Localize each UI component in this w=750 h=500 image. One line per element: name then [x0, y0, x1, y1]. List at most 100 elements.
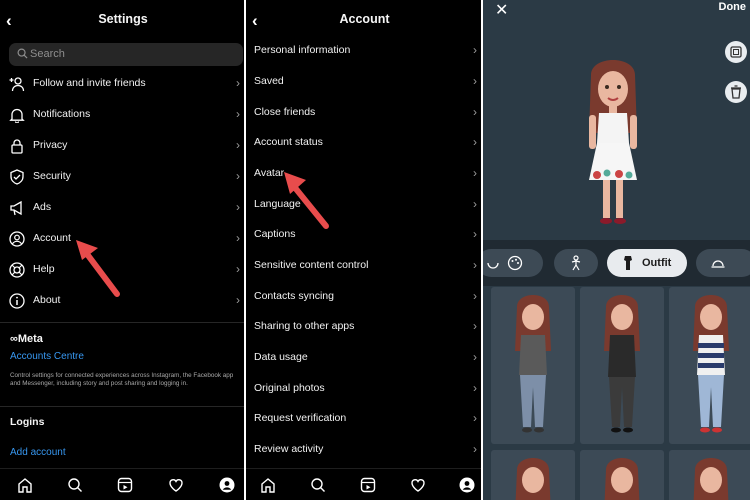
settings-item-label: Follow and invite friends — [33, 77, 146, 89]
search-input[interactable]: Search — [9, 43, 243, 66]
settings-item-help[interactable]: Help › — [0, 256, 246, 284]
add-person-icon — [9, 77, 25, 92]
account-item-label: Review activity — [254, 443, 324, 455]
account-item[interactable]: Review activity › — [246, 436, 483, 464]
close-icon[interactable]: ✕ — [495, 0, 508, 20]
settings-item-about[interactable]: About › — [0, 287, 246, 315]
account-item-label: Contacts syncing — [254, 290, 334, 302]
lock-icon — [11, 139, 23, 154]
settings-item-follow[interactable]: Follow and invite friends › — [0, 70, 246, 98]
heart-icon[interactable] — [168, 477, 184, 493]
account-item-label: Sharing to other apps — [254, 320, 355, 332]
settings-item-privacy[interactable]: Privacy › — [0, 132, 246, 160]
tab-body[interactable] — [483, 249, 543, 277]
avatar-outfit-image — [515, 295, 551, 433]
settings-item-label: About — [33, 294, 61, 306]
chevron-right-icon: › — [473, 319, 477, 333]
profile-icon[interactable] — [459, 477, 475, 493]
account-item[interactable]: Sensitive content control › — [246, 252, 483, 280]
account-item-label: Close friends — [254, 106, 316, 118]
body-icon — [487, 262, 499, 269]
home-icon[interactable] — [260, 477, 276, 493]
done-button[interactable]: Done — [719, 1, 747, 13]
chevron-right-icon: › — [473, 411, 477, 425]
account-item[interactable]: Data usage › — [246, 344, 483, 372]
settings-item-label: Privacy — [33, 139, 68, 151]
search-icon[interactable] — [310, 477, 326, 493]
search-icon[interactable] — [67, 477, 83, 493]
chevron-right-icon: › — [236, 262, 240, 276]
chevron-right-icon: › — [473, 381, 477, 395]
chevron-right-icon: › — [473, 74, 477, 88]
chevron-right-icon: › — [236, 107, 240, 121]
divider — [0, 406, 246, 407]
outfit-card[interactable] — [491, 450, 575, 500]
settings-item-ads[interactable]: Ads › — [0, 194, 246, 222]
profile-icon[interactable] — [219, 477, 235, 493]
page-title: Account — [339, 12, 390, 26]
preview-button[interactable] — [725, 41, 747, 63]
chevron-right-icon: › — [473, 197, 477, 211]
outfit-card[interactable] — [669, 450, 750, 500]
palette-icon — [507, 255, 523, 271]
avatar-outfit-image — [515, 458, 551, 500]
lifebuoy-icon — [9, 262, 25, 278]
chevron-right-icon: › — [473, 289, 477, 303]
tab-outfit[interactable]: Outfit — [607, 249, 687, 277]
settings-item-notifications[interactable]: Notifications › — [0, 101, 246, 129]
chevron-right-icon: › — [236, 169, 240, 183]
frame-icon — [730, 46, 742, 58]
chevron-right-icon: › — [473, 227, 477, 241]
outfit-card[interactable] — [580, 450, 664, 500]
category-tabs: Outfit — [483, 240, 750, 286]
home-icon[interactable] — [17, 477, 33, 493]
chevron-right-icon: › — [473, 442, 477, 456]
account-item[interactable]: Saved › — [246, 68, 483, 96]
settings-item-label: Help — [33, 263, 55, 275]
page-title: Settings — [98, 12, 148, 26]
account-item-label: Account status — [254, 136, 323, 148]
chevron-right-icon: › — [236, 200, 240, 214]
reels-icon[interactable] — [117, 477, 133, 493]
outfit-card[interactable] — [669, 287, 750, 444]
account-item-label: Data usage — [254, 351, 308, 363]
settings-item-label: Account — [33, 232, 71, 244]
account-item[interactable]: Contacts syncing › — [246, 283, 483, 311]
settings-item-security[interactable]: Security › — [0, 163, 246, 191]
bottom-nav — [0, 468, 246, 500]
avatar-outfit-image — [693, 295, 729, 433]
settings-item-label: Security — [33, 170, 71, 182]
chevron-right-icon: › — [236, 138, 240, 152]
tab-figure[interactable] — [554, 249, 598, 277]
delete-button[interactable] — [725, 81, 747, 103]
chevron-right-icon: › — [473, 258, 477, 272]
heart-icon[interactable] — [410, 477, 426, 493]
account-item[interactable]: Sharing to other apps › — [246, 313, 483, 341]
account-item[interactable]: Request verification › — [246, 405, 483, 433]
tab-headwear[interactable] — [696, 249, 750, 277]
headwear-icon — [711, 260, 725, 268]
account-item[interactable]: Original photos › — [246, 375, 483, 403]
meta-logo: ∞Meta — [10, 333, 43, 345]
account-item[interactable]: Close friends › — [246, 99, 483, 127]
outfit-icon — [624, 256, 632, 270]
outfit-card[interactable] — [580, 287, 664, 444]
account-panel: ‹ Account Personal information › Saved › C… — [246, 0, 483, 500]
outfit-card[interactable] — [491, 287, 575, 444]
account-item-label: Personal information — [254, 44, 351, 56]
avatar-outfit-image — [604, 295, 640, 433]
logins-heading: Logins — [10, 416, 45, 428]
info-icon — [9, 293, 25, 309]
account-item-label: Sensitive content control — [254, 259, 369, 271]
account-item[interactable]: Account status › — [246, 129, 483, 157]
add-account-link[interactable]: Add account — [10, 447, 66, 458]
settings-item-account[interactable]: Account › — [0, 225, 246, 253]
avatar-editor-panel: ✕ Done Outfit — [483, 0, 750, 500]
account-item[interactable]: Personal information › — [246, 37, 483, 65]
account-item-label: Original photos — [254, 382, 325, 394]
reels-icon[interactable] — [360, 477, 376, 493]
bottom-nav — [246, 468, 483, 500]
tab-outfit-label: Outfit — [642, 257, 672, 269]
person-circle-icon — [9, 231, 25, 247]
accounts-centre-link[interactable]: Accounts Centre — [10, 351, 84, 362]
